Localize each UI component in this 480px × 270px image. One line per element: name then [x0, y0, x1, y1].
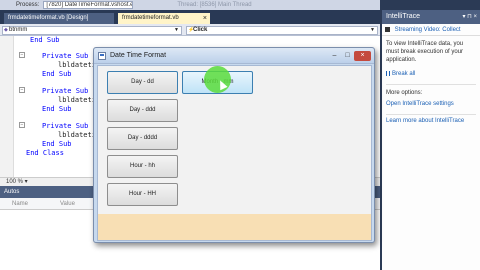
class-combo-value: btnmm — [9, 27, 28, 33]
autos-col-value[interactable]: Value — [60, 198, 75, 210]
date-time-format-window: Date Time Format – □ × Day - dd Day - dd… — [93, 47, 375, 243]
intellitrace-panel: IntelliTrace ▾ ⊓ × Streaming Video: Coll… — [380, 10, 480, 270]
pin-icon[interactable]: ▾ ⊓ × — [462, 10, 477, 24]
member-combo-value: Click — [193, 27, 208, 33]
code-line: End Sub — [42, 105, 72, 113]
navigation-bar: ◆ btnmm ▼ ⚡ Click ▼ — [0, 24, 380, 36]
tab-designer-label: frmdatetimeformat.vb [Design] — [8, 15, 89, 21]
dialog-title: Date Time Format — [110, 52, 167, 59]
intellitrace-title: IntelliTrace — [386, 13, 420, 20]
divider — [386, 84, 476, 85]
code-line: End Sub — [30, 36, 60, 44]
chevron-down-icon: ▼ — [174, 27, 179, 33]
autos-title-label: Autos — [4, 189, 20, 195]
collapse-icon[interactable]: − — [19, 122, 25, 128]
learn-more-link[interactable]: Learn more about IntelliTrace — [382, 117, 480, 125]
document-tab-strip: frmdatetimeformat.vb [Design] frmdatetim… — [0, 10, 380, 24]
break-all-label: Break all — [392, 71, 416, 77]
thread-text: Thread: [8536] Main Thread — [177, 2, 252, 8]
chevron-down-icon: ▼ — [370, 27, 375, 33]
tab-code-label: frmdatetimeformat.vb — [122, 15, 179, 21]
more-options-label: More options: — [386, 90, 423, 96]
zoom-value: 100 % — [6, 179, 24, 185]
divider — [386, 114, 476, 115]
debug-location-toolbar: Process: [7820] DateTimeFormat.vshost.ex… — [0, 0, 380, 10]
cursor-highlight — [204, 66, 231, 93]
hour-HH-button[interactable]: Hour - HH — [107, 183, 178, 206]
pause-icon — [386, 70, 390, 76]
intellitrace-title-bar: IntelliTrace ▾ ⊓ × — [382, 10, 480, 24]
close-icon[interactable]: × — [203, 13, 207, 24]
maximize-button[interactable]: □ — [341, 51, 354, 61]
day-ddd-button[interactable]: Day - ddd — [107, 99, 178, 122]
dialog-client-area: Day - dd Day - ddd Day - dddd Hour - hh … — [97, 65, 372, 241]
tab-designer[interactable]: frmdatetimeformat.vb [Design] — [4, 13, 114, 24]
hour-hh-button[interactable]: Hour - hh — [107, 155, 178, 178]
code-line: End Sub — [42, 70, 72, 78]
day-dddd-button[interactable]: Day - dddd — [107, 127, 178, 150]
collapse-icon[interactable]: − — [19, 87, 25, 93]
intellitrace-toolbar: Streaming Video: Collect — [382, 24, 480, 36]
day-dd-button[interactable]: Day - dd — [107, 71, 178, 94]
form-icon — [98, 52, 106, 60]
member-combo[interactable]: ⚡ Click ▼ — [186, 26, 378, 35]
break-all-link[interactable]: Break all — [382, 70, 480, 78]
editor-margin — [0, 36, 14, 177]
tab-code[interactable]: frmdatetimeformat.vb × — [118, 13, 210, 24]
open-settings-link[interactable]: Open IntelliTrace settings — [382, 100, 480, 108]
close-button[interactable]: × — [354, 51, 371, 61]
class-combo[interactable]: ◆ btnmm ▼ — [2, 26, 182, 35]
collapse-icon[interactable]: − — [19, 52, 25, 58]
process-label: Process: — [16, 2, 40, 8]
minimize-button[interactable]: – — [328, 51, 341, 61]
code-line: End Class — [26, 149, 64, 157]
code-line: End Sub — [42, 140, 72, 148]
result-label-area — [98, 214, 371, 240]
autos-col-name[interactable]: Name — [12, 198, 28, 210]
stop-icon[interactable] — [385, 26, 390, 32]
process-combo[interactable]: [7820] DateTimeFormat.vshost.exe — [43, 1, 134, 9]
method-icon: ◆ — [4, 27, 8, 33]
intellitrace-info: To view IntelliTrace data, you must brea… — [386, 41, 464, 63]
streaming-video-link[interactable]: Streaming Video: Collect — [395, 27, 461, 33]
event-icon: ⚡ — [188, 27, 195, 33]
